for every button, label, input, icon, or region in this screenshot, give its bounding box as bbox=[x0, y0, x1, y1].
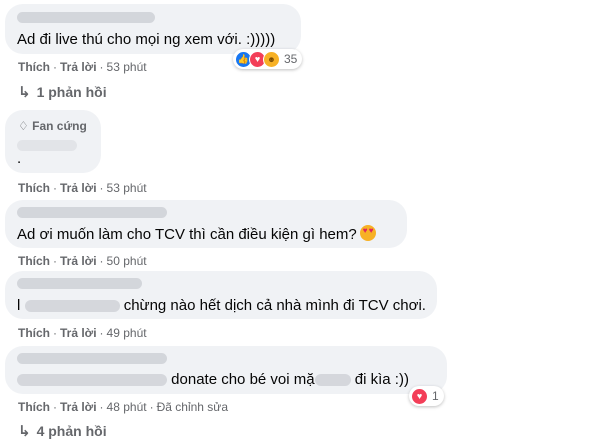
reaction-summary[interactable]: 👍 ♥ ☻ 35 bbox=[233, 49, 303, 69]
like-link[interactable]: Thích bbox=[18, 254, 50, 268]
reply-arrow-icon: ↳ bbox=[18, 84, 31, 101]
timestamp[interactable]: 53 phút bbox=[107, 181, 147, 195]
badge-label: Fan cứng bbox=[32, 119, 87, 133]
reaction-summary[interactable]: ♥ 1 bbox=[409, 386, 444, 406]
heart-eyes-emoji-icon bbox=[359, 225, 376, 241]
comment-actions: Thích · Trả lời · 53 phút bbox=[18, 181, 147, 195]
replies-count: 4 phản hồi bbox=[36, 423, 107, 439]
diamond-icon: ♢ bbox=[18, 119, 29, 133]
author-name-blurred[interactable] bbox=[17, 12, 155, 23]
top-fan-badge: ♢ Fan cứng bbox=[18, 119, 87, 133]
reply-link[interactable]: Trả lời bbox=[60, 326, 97, 340]
haha-icon: ☻ bbox=[263, 50, 280, 68]
author-name-blurred[interactable] bbox=[17, 353, 167, 364]
comment-text: Ad đi live thú cho mọi ng xem với. :))))… bbox=[17, 31, 276, 48]
timestamp[interactable]: 53 phút bbox=[107, 60, 147, 74]
reply-link[interactable]: Trả lời bbox=[60, 60, 97, 74]
comment-text: Ad ơi muốn làm cho TCV thì cần điều kiện… bbox=[17, 225, 376, 243]
comment-text: l chừng nào hết dịch cả nhà mình đi TCV … bbox=[17, 297, 426, 314]
like-link[interactable]: Thích bbox=[18, 181, 50, 195]
replies-count: 1 phản hồi bbox=[36, 84, 107, 100]
reply-arrow-icon: ↳ bbox=[18, 423, 31, 440]
view-replies-link[interactable]: ↳ 1 phản hồi bbox=[18, 83, 107, 101]
comment-text: . bbox=[17, 150, 22, 167]
love-icon: ♥ bbox=[411, 387, 428, 405]
edited-label: Đã chỉnh sửa bbox=[156, 400, 228, 414]
reply-link[interactable]: Trả lời bbox=[60, 181, 97, 195]
comment-bubble: Ad đi live thú cho mọi ng xem với. :))))… bbox=[5, 4, 301, 54]
reaction-count: 1 bbox=[432, 389, 439, 403]
mention-blurred[interactable] bbox=[17, 374, 167, 387]
comment-actions: Thích · Trả lời · 53 phút bbox=[18, 60, 147, 74]
author-name-blurred[interactable] bbox=[17, 278, 142, 289]
view-replies-link[interactable]: ↳ 4 phản hồi bbox=[18, 422, 107, 440]
like-link[interactable]: Thích bbox=[18, 400, 50, 414]
reply-link[interactable]: Trả lời bbox=[60, 400, 97, 414]
comment-bubble: Ad ơi muốn làm cho TCV thì cần điều kiện… bbox=[5, 200, 407, 248]
author-name-blurred[interactable] bbox=[17, 207, 167, 218]
timestamp[interactable]: 50 phút bbox=[107, 254, 147, 268]
mention-blurred[interactable] bbox=[24, 300, 120, 313]
timestamp[interactable]: 48 phút bbox=[107, 400, 147, 414]
timestamp[interactable]: 49 phút bbox=[107, 326, 147, 340]
like-link[interactable]: Thích bbox=[18, 60, 50, 74]
comment-actions: Thích · Trả lời · 50 phút bbox=[18, 254, 147, 268]
comment-bubble: l chừng nào hết dịch cả nhà mình đi TCV … bbox=[5, 271, 437, 319]
reply-link[interactable]: Trả lời bbox=[60, 254, 97, 268]
comment-text: donate cho bé voi mặ đi kìa :)) bbox=[17, 371, 409, 388]
comment-bubble: donate cho bé voi mặ đi kìa :)) bbox=[5, 346, 447, 394]
comment-actions: Thích · Trả lời · 49 phút bbox=[18, 326, 147, 340]
like-link[interactable]: Thích bbox=[18, 326, 50, 340]
comment-actions: Thích · Trả lời · 48 phút · Đã chỉnh sửa bbox=[18, 400, 228, 414]
author-name-blurred[interactable] bbox=[17, 140, 77, 151]
word-blurred bbox=[314, 374, 351, 387]
reaction-count: 35 bbox=[284, 52, 298, 66]
